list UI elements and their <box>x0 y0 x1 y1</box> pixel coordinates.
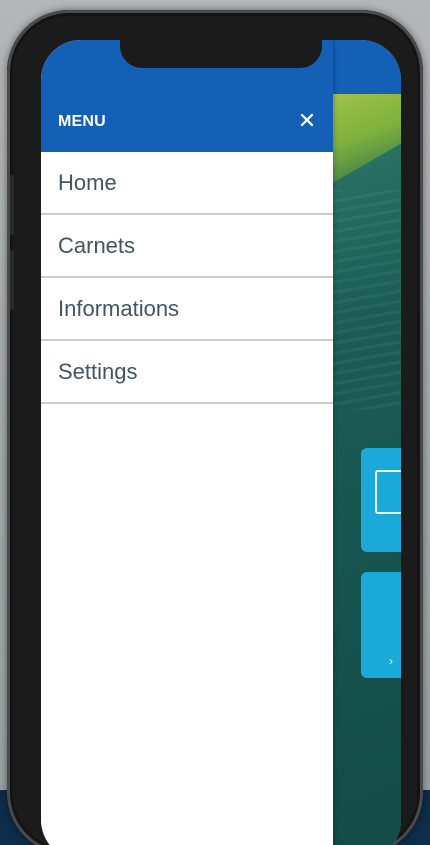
volume-down-button <box>10 250 14 310</box>
menu-item-label: Settings <box>58 358 138 384</box>
tile-icon: › <box>389 654 393 668</box>
menu-item-informations[interactable]: Informations <box>41 278 333 341</box>
app-tile[interactable]: › <box>361 572 401 678</box>
menu-item-label: Carnets <box>58 232 136 258</box>
menu-item-label: Informations <box>58 295 180 321</box>
menu-item-settings[interactable]: Settings <box>41 341 333 404</box>
mockup-stage: › MENU ✕ Home Carnets Informations Setti… <box>0 0 430 845</box>
app-tile[interactable] <box>361 448 401 552</box>
navigation-drawer: MENU ✕ Home Carnets Informations Setting… <box>41 40 333 845</box>
document-icon <box>375 470 401 514</box>
menu-item-home[interactable]: Home <box>41 152 333 215</box>
menu-item-label: Home <box>58 169 117 195</box>
hero-texture <box>331 190 401 410</box>
close-icon[interactable]: ✕ <box>294 108 320 134</box>
phone-notch <box>120 40 322 68</box>
menu-item-carnets[interactable]: Carnets <box>41 215 333 278</box>
volume-up-button <box>10 175 14 235</box>
menu-list: Home Carnets Informations Settings <box>41 152 333 404</box>
phone-screen: › MENU ✕ Home Carnets Informations Setti… <box>41 40 401 845</box>
menu-title: MENU <box>58 113 106 130</box>
